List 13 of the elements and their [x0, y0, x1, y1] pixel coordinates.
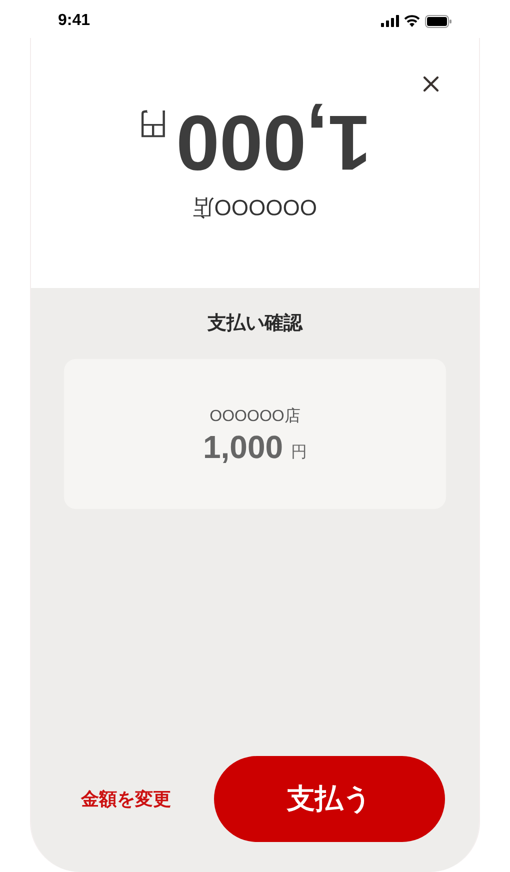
currency: 円: [291, 444, 308, 460]
wifi-icon: [404, 15, 420, 27]
amount: 1,000: [202, 430, 284, 462]
currency: 円: [138, 108, 168, 138]
store-name: OOOOOO店: [192, 196, 318, 218]
amount: 1,000: [176, 104, 372, 182]
pay-button[interactable]: 支払う: [214, 756, 445, 842]
battery-icon: [425, 14, 452, 28]
page-title: 支払い確認: [208, 312, 302, 336]
store-name: OOOOOO店: [210, 406, 300, 426]
status-time: 9:41: [58, 11, 90, 31]
change-amount-link[interactable]: 金額を変更: [81, 786, 171, 812]
signal-icon: [381, 15, 399, 27]
